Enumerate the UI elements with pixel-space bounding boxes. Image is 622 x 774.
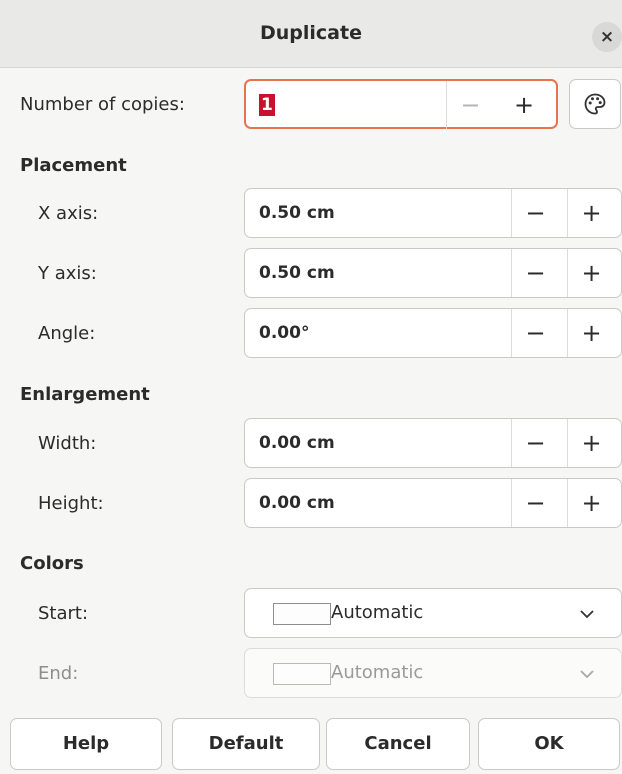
minus-icon: − — [525, 259, 546, 287]
copies-value-field[interactable]: 1 — [259, 81, 275, 129]
copies-spinbox[interactable]: 1 − + — [244, 79, 558, 129]
chevron-down-icon — [580, 670, 594, 679]
plus-icon: + — [581, 319, 602, 347]
height-decrement-button[interactable]: − — [511, 479, 559, 527]
help-button[interactable]: Help — [10, 718, 162, 770]
chevron-down-icon — [580, 610, 594, 619]
close-icon: × — [599, 27, 615, 47]
values-from-selection-button[interactable] — [569, 79, 621, 129]
height-label: Height: — [38, 493, 104, 514]
height-spinbox[interactable]: 0.00 cm − + — [244, 478, 622, 528]
close-button[interactable]: × — [592, 22, 622, 52]
angle-decrement-button[interactable]: − — [511, 309, 559, 357]
start-color-value: Automatic — [331, 602, 424, 623]
plus-icon: + — [581, 489, 602, 517]
y-axis-value[interactable]: 0.50 cm — [259, 249, 335, 297]
x-axis-decrement-button[interactable]: − — [511, 189, 559, 237]
copies-value: 1 — [259, 94, 275, 116]
y-axis-increment-button[interactable]: + — [567, 249, 615, 297]
plus-icon: + — [581, 429, 602, 457]
colors-heading: Colors — [20, 553, 84, 574]
x-axis-spinbox[interactable]: 0.50 cm − + — [244, 188, 622, 238]
end-color-swatch — [273, 663, 331, 685]
height-value[interactable]: 0.00 cm — [259, 479, 335, 527]
end-color-value: Automatic — [331, 662, 424, 683]
width-label: Width: — [38, 433, 97, 454]
minus-icon: − — [460, 91, 481, 119]
placement-heading: Placement — [20, 155, 127, 176]
start-color-dropdown[interactable]: Automatic — [244, 588, 622, 638]
end-color-dropdown: Automatic — [244, 648, 622, 698]
width-decrement-button[interactable]: − — [511, 419, 559, 467]
end-color-label: End: — [38, 663, 79, 684]
angle-spinbox[interactable]: 0.00° − + — [244, 308, 622, 358]
width-increment-button[interactable]: + — [567, 419, 615, 467]
minus-icon: − — [525, 489, 546, 517]
copies-increment-button[interactable]: + — [500, 81, 548, 129]
y-axis-decrement-button[interactable]: − — [511, 249, 559, 297]
x-axis-label: X axis: — [38, 203, 99, 224]
angle-increment-button[interactable]: + — [567, 309, 615, 357]
cancel-button[interactable]: Cancel — [326, 718, 470, 770]
default-button[interactable]: Default — [172, 718, 320, 770]
dialog-title: Duplicate — [260, 22, 362, 44]
title-bar: Duplicate × — [0, 0, 622, 68]
minus-icon: − — [525, 319, 546, 347]
copies-label: Number of copies: — [20, 94, 185, 115]
start-color-swatch — [273, 603, 331, 625]
x-axis-value[interactable]: 0.50 cm — [259, 189, 335, 237]
angle-value[interactable]: 0.00° — [259, 309, 309, 357]
y-axis-spinbox[interactable]: 0.50 cm − + — [244, 248, 622, 298]
width-value[interactable]: 0.00 cm — [259, 419, 335, 467]
enlargement-heading: Enlargement — [20, 384, 150, 405]
x-axis-increment-button[interactable]: + — [567, 189, 615, 237]
plus-icon: + — [581, 199, 602, 227]
minus-icon: − — [525, 199, 546, 227]
plus-icon: + — [581, 259, 602, 287]
angle-label: Angle: — [38, 323, 96, 344]
start-color-label: Start: — [38, 603, 89, 624]
minus-icon: − — [525, 429, 546, 457]
height-increment-button[interactable]: + — [567, 479, 615, 527]
copies-decrement-button[interactable]: − — [446, 81, 494, 129]
ok-button[interactable]: OK — [478, 718, 620, 770]
y-axis-label: Y axis: — [38, 263, 97, 284]
width-spinbox[interactable]: 0.00 cm − + — [244, 418, 622, 468]
palette-icon — [584, 93, 606, 115]
plus-icon: + — [513, 91, 535, 119]
